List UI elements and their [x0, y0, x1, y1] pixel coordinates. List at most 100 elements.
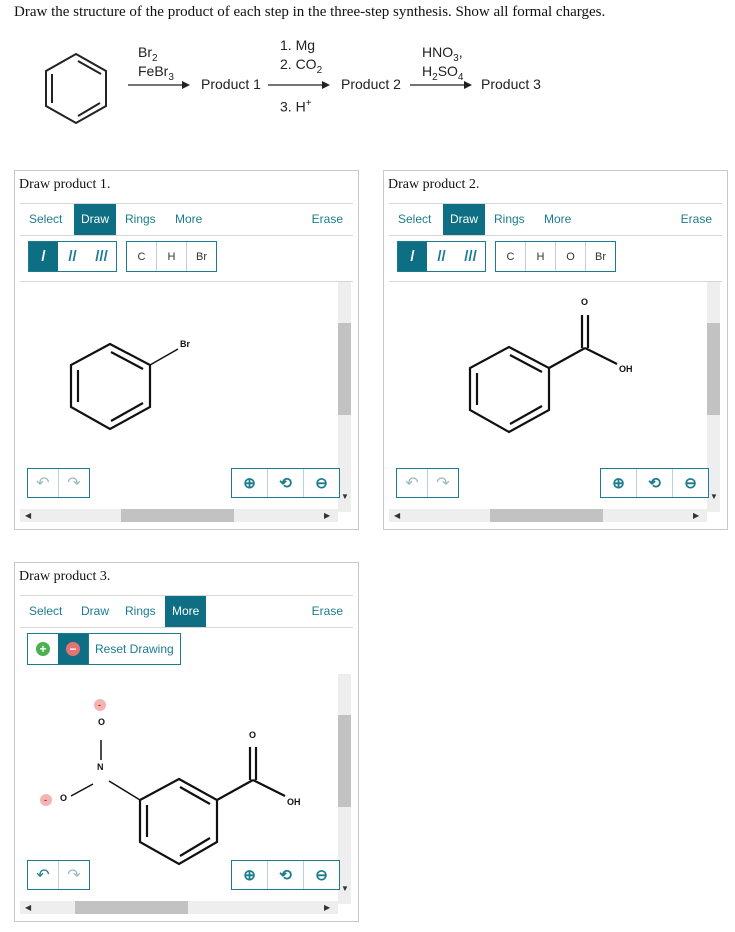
- scroll-down-arrow[interactable]: ▼: [341, 884, 349, 893]
- horizontal-scrollbar[interactable]: ◀ ▶: [389, 509, 707, 522]
- tool-options-bar: / // /// C H Br: [20, 235, 353, 282]
- redo-button[interactable]: ↷: [59, 469, 89, 497]
- zoom-out-icon[interactable]: ⊖: [304, 861, 339, 889]
- atom-label-o: O: [581, 297, 588, 307]
- redo-button[interactable]: ↷: [59, 861, 89, 889]
- tab-more[interactable]: More: [165, 596, 207, 627]
- tab-draw[interactable]: Draw: [74, 596, 116, 627]
- horizontal-scrollbar[interactable]: ◀ ▶: [20, 901, 338, 914]
- panel-title: Draw product 1.: [19, 177, 111, 192]
- add-negative-charge-button[interactable]: −: [58, 634, 88, 664]
- tab-rings[interactable]: Rings: [118, 596, 163, 627]
- horizontal-scroll-thumb[interactable]: [490, 509, 603, 522]
- reset-drawing-button[interactable]: Reset Drawing: [88, 634, 180, 664]
- atom-picker: C H Br: [126, 241, 217, 272]
- undo-button[interactable]: ↶: [397, 469, 428, 497]
- zoom-reset-icon[interactable]: ⟲: [637, 469, 673, 497]
- zoom-reset-icon[interactable]: ⟲: [268, 861, 304, 889]
- draw-panel-product-3: Draw product 3. Select Draw Rings More E…: [14, 562, 359, 922]
- atom-label-br: Br: [180, 339, 190, 349]
- bond-type-group: / // ///: [28, 241, 117, 272]
- scroll-right-arrow[interactable]: ▶: [324, 903, 330, 912]
- double-bond-button[interactable]: //: [427, 242, 456, 271]
- scroll-left-arrow[interactable]: ◀: [25, 903, 31, 912]
- product-1-label: Product 1: [201, 76, 261, 92]
- charge-minus-label: -: [44, 795, 47, 805]
- atom-c-button[interactable]: C: [496, 242, 526, 271]
- tab-rings[interactable]: Rings: [487, 204, 532, 235]
- atom-h-button[interactable]: H: [157, 242, 187, 271]
- panel-title: Draw product 3.: [19, 569, 111, 584]
- scroll-down-arrow[interactable]: ▼: [710, 492, 718, 501]
- scroll-down-arrow[interactable]: ▼: [341, 492, 349, 501]
- benzene-structure: [45, 52, 107, 125]
- vertical-scroll-thumb[interactable]: [707, 323, 720, 415]
- single-bond-button[interactable]: /: [29, 242, 58, 271]
- reaction-arrow-3: [410, 81, 472, 89]
- atom-label-n: N: [97, 762, 104, 772]
- reagent-h-plus: 3. H+: [280, 98, 312, 115]
- toolbar: Select Draw Rings More Erase: [20, 203, 353, 236]
- double-bond-button[interactable]: //: [58, 242, 87, 271]
- reagent-co2: 2. CO2: [280, 56, 323, 76]
- vertical-scroll-thumb[interactable]: [338, 715, 351, 807]
- horizontal-scroll-thumb[interactable]: [121, 509, 234, 522]
- zoom-reset-icon[interactable]: ⟲: [268, 469, 304, 497]
- tool-options-bar: / // /// C H O Br: [389, 235, 722, 282]
- reagent-mg: 1. Mg: [280, 37, 316, 53]
- atom-br-button[interactable]: Br: [187, 242, 216, 271]
- undo-redo-group: ↶ ↷: [396, 468, 459, 498]
- product-3-label: Product 3: [481, 76, 541, 92]
- zoom-in-icon[interactable]: ⊕: [232, 469, 268, 497]
- horizontal-scrollbar[interactable]: ◀ ▶: [20, 509, 338, 522]
- zoom-group: ⊕ ⟲ ⊖: [231, 860, 340, 890]
- scroll-left-arrow[interactable]: ◀: [394, 511, 400, 520]
- draw-panel-product-2: Draw product 2. Select Draw Rings More E…: [383, 170, 728, 530]
- scroll-right-arrow[interactable]: ▶: [693, 511, 699, 520]
- horizontal-scroll-thumb[interactable]: [75, 901, 188, 914]
- vertical-scroll-thumb[interactable]: [338, 323, 351, 415]
- plus-icon: +: [36, 642, 50, 656]
- tab-rings[interactable]: Rings: [118, 204, 163, 235]
- undo-redo-group: ↶ ↷: [27, 860, 90, 890]
- atom-label-oh: OH: [619, 364, 633, 374]
- zoom-group: ⊕ ⟲ ⊖: [600, 468, 709, 498]
- zoom-in-icon[interactable]: ⊕: [601, 469, 637, 497]
- zoom-group: ⊕ ⟲ ⊖: [231, 468, 340, 498]
- redo-button[interactable]: ↷: [428, 469, 458, 497]
- tab-select[interactable]: Select: [391, 204, 438, 235]
- bond-type-group: / // ///: [397, 241, 486, 272]
- erase-button[interactable]: Erase: [304, 204, 351, 235]
- toolbar: Select Draw Rings More Erase: [20, 595, 353, 628]
- single-bond-button[interactable]: /: [398, 242, 427, 271]
- tab-more[interactable]: More: [537, 204, 578, 235]
- tab-more[interactable]: More: [168, 204, 209, 235]
- add-positive-charge-button[interactable]: +: [28, 634, 58, 664]
- scroll-left-arrow[interactable]: ◀: [25, 511, 31, 520]
- zoom-in-icon[interactable]: ⊕: [232, 861, 268, 889]
- tab-select[interactable]: Select: [22, 596, 69, 627]
- tab-draw[interactable]: Draw: [443, 204, 486, 235]
- zoom-out-icon[interactable]: ⊖: [673, 469, 708, 497]
- atom-label-carbonyl-o: O: [249, 730, 256, 740]
- atom-br-button[interactable]: Br: [586, 242, 615, 271]
- undo-button[interactable]: ↶: [28, 469, 59, 497]
- atom-h-button[interactable]: H: [526, 242, 556, 271]
- zoom-out-icon[interactable]: ⊖: [304, 469, 339, 497]
- triple-bond-button[interactable]: ///: [456, 242, 485, 271]
- tab-select[interactable]: Select: [22, 204, 69, 235]
- atom-c-button[interactable]: C: [127, 242, 157, 271]
- undo-button[interactable]: ↶: [28, 861, 59, 889]
- charge-tools-bar: + − Reset Drawing: [27, 633, 181, 665]
- tab-draw[interactable]: Draw: [74, 204, 117, 235]
- erase-button[interactable]: Erase: [304, 596, 351, 627]
- atom-picker: C H O Br: [495, 241, 616, 272]
- scroll-right-arrow[interactable]: ▶: [324, 511, 330, 520]
- atom-o-button[interactable]: O: [556, 242, 586, 271]
- reaction-arrow-2: [268, 81, 330, 89]
- erase-button[interactable]: Erase: [673, 204, 720, 235]
- undo-redo-group: ↶ ↷: [27, 468, 90, 498]
- reaction-arrow-1: [128, 81, 190, 89]
- toolbar: Select Draw Rings More Erase: [389, 203, 722, 236]
- triple-bond-button[interactable]: ///: [87, 242, 116, 271]
